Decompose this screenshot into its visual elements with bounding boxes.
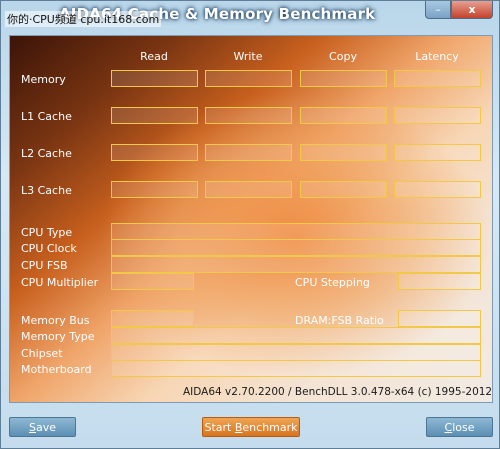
column-header-read: Read: [140, 50, 168, 63]
start-benchmark-button[interactable]: Start Benchmark: [202, 417, 300, 437]
chipset-field: [111, 344, 481, 361]
l1-latency-field: [394, 107, 481, 124]
cpu-stepping-field: [398, 273, 481, 290]
motherboard-label: Motherboard: [21, 363, 92, 376]
title-bar[interactable]: AIDA64 Cache & Memory Benchmark 你的·CPU频道…: [1, 1, 499, 29]
memory-bus-field: [111, 310, 194, 327]
l2-latency-field: [394, 144, 481, 161]
motherboard-field: [111, 360, 481, 377]
row-label-memory: Memory: [21, 73, 66, 86]
cpu-clock-field: [111, 239, 481, 256]
l2-write-field: [205, 144, 292, 161]
memory-read-field: [111, 70, 198, 87]
cpu-stepping-label: CPU Stepping: [295, 276, 370, 289]
save-button-label: ave: [35, 420, 56, 434]
version-copyright-text: AIDA64 v2.70.2200 / BenchDLL 3.0.478-x64…: [183, 386, 493, 398]
cpu-fsb-field: [111, 256, 481, 273]
benchmark-window: AIDA64 Cache & Memory Benchmark 你的·CPU频道…: [0, 0, 500, 449]
close-button-mnemonic: C: [444, 420, 453, 434]
memory-type-field: [111, 327, 481, 344]
l2-copy-field: [300, 144, 387, 161]
l3-read-field: [111, 181, 198, 198]
start-benchmark-label-start: Start: [204, 420, 235, 434]
dram-fsb-ratio-label: DRAM:FSB Ratio: [295, 314, 384, 327]
close-button-label: lose: [452, 420, 475, 434]
column-header-latency: Latency: [415, 50, 459, 63]
start-benchmark-mnemonic: B: [234, 420, 243, 434]
row-label-l2-cache: L2 Cache: [21, 147, 72, 160]
row-label-l1-cache: L1 Cache: [21, 110, 72, 123]
save-button-mnemonic: S: [28, 420, 36, 434]
chipset-label: Chipset: [21, 347, 63, 360]
l1-copy-field: [300, 107, 387, 124]
close-window-button[interactable]: x: [451, 1, 493, 19]
l3-copy-field: [300, 181, 387, 198]
cpu-type-label: CPU Type: [21, 226, 73, 239]
cpu-multiplier-label: CPU Multiplier: [21, 276, 99, 289]
watermark: 你的·CPU频道 cpu.it168.com: [5, 11, 162, 27]
memory-bus-label: Memory Bus: [21, 314, 90, 327]
memory-latency-field: [394, 70, 481, 87]
close-icon: x: [468, 3, 476, 16]
row-label-l3-cache: L3 Cache: [21, 184, 72, 197]
l1-write-field: [205, 107, 292, 124]
minimize-button[interactable]: –: [425, 1, 451, 19]
cpu-clock-label: CPU Clock: [21, 242, 77, 255]
memory-type-label: Memory Type: [21, 330, 95, 343]
dram-fsb-ratio-field: [398, 310, 481, 327]
cpu-type-field: [111, 223, 481, 240]
l3-write-field: [205, 181, 292, 198]
cpu-multiplier-field: [111, 273, 194, 290]
l2-read-field: [111, 144, 198, 161]
save-button[interactable]: Save: [9, 417, 76, 437]
close-button[interactable]: Close: [426, 417, 493, 437]
start-benchmark-label-end: enchmark: [242, 420, 298, 434]
minimize-icon: –: [435, 3, 441, 16]
l1-read-field: [111, 107, 198, 124]
cpu-fsb-label: CPU FSB: [21, 259, 68, 272]
results-panel: Read Write Copy Latency Memory L1 Cache …: [9, 35, 493, 403]
memory-write-field: [205, 70, 292, 87]
column-header-copy: Copy: [329, 50, 357, 63]
column-header-write: Write: [233, 50, 263, 63]
window-controls: – x: [425, 1, 493, 19]
memory-copy-field: [300, 70, 387, 87]
l3-latency-field: [394, 181, 481, 198]
